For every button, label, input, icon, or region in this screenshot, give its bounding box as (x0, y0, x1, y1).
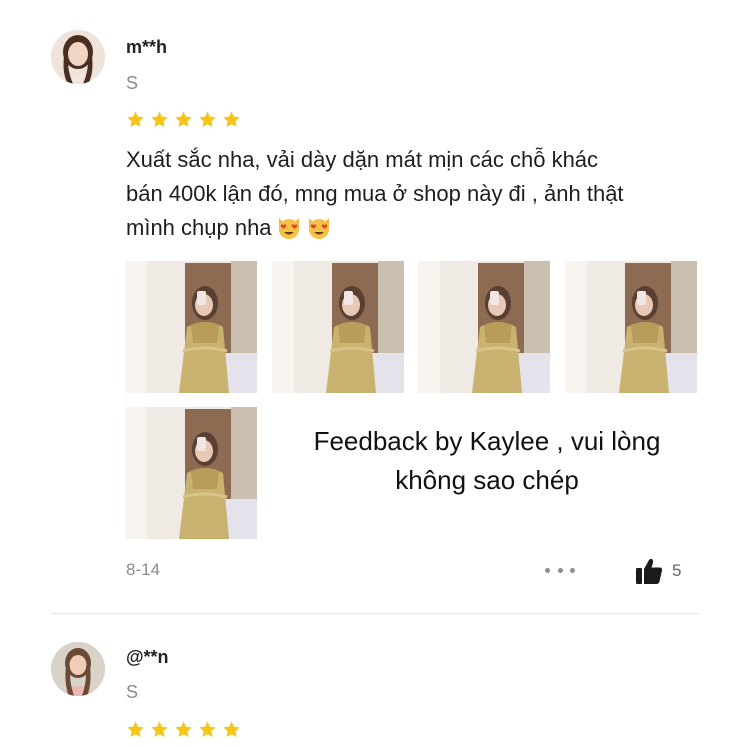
review-text-line: mình chụp nha (126, 211, 706, 245)
variant-label: S (126, 73, 139, 93)
star-rating (126, 720, 241, 739)
heart-eyes-cat-emoji-icon (276, 214, 302, 240)
star-icon (126, 110, 145, 129)
review-photo[interactable] (565, 261, 697, 393)
avatar[interactable] (51, 30, 105, 84)
review-photo[interactable] (272, 261, 404, 393)
star-icon (174, 720, 193, 739)
heart-eyes-cat-emoji-icon (306, 214, 332, 240)
review-date: 8-14 (126, 560, 161, 579)
star-rating (126, 110, 241, 129)
review-text-line: Xuất sắc nha, vải dày dặn mát mịn các ch… (126, 147, 599, 172)
review-card: @**n S (0, 614, 749, 749)
review-text-line: bán 400k lận đó, mng mua ở shop này đi ,… (126, 181, 624, 206)
review-photo[interactable] (418, 261, 550, 393)
review-photo[interactable] (125, 261, 257, 393)
review-text: Xuất sắc nha, vải dày dặn mát mịn các ch… (126, 143, 706, 245)
star-icon (198, 720, 217, 739)
star-icon (150, 720, 169, 739)
like-count: 5 (672, 561, 682, 580)
thumbs-up-icon[interactable] (634, 556, 664, 586)
review-card: m**h S Xuất sắc nha, vải dày dặn mát mịn… (0, 0, 749, 614)
star-icon (150, 110, 169, 129)
avatar-photo (51, 642, 105, 696)
watermark-text: Feedback by Kaylee , vui lòng không sao … (272, 422, 702, 500)
more-dots-icon[interactable] (545, 559, 575, 581)
star-icon (198, 110, 217, 129)
star-icon (222, 720, 241, 739)
star-icon (174, 110, 193, 129)
review-text-line-content: mình chụp nha (126, 215, 272, 240)
avatar[interactable] (51, 642, 105, 696)
star-icon (222, 110, 241, 129)
avatar-photo (51, 30, 105, 84)
username: @**n (126, 647, 169, 667)
username: m**h (126, 37, 168, 57)
watermark-line: không sao chép (395, 465, 579, 495)
star-icon (126, 720, 145, 739)
variant-label: S (126, 682, 139, 702)
watermark-line: Feedback by Kaylee , vui lòng (313, 426, 661, 456)
review-photo[interactable] (125, 407, 257, 539)
